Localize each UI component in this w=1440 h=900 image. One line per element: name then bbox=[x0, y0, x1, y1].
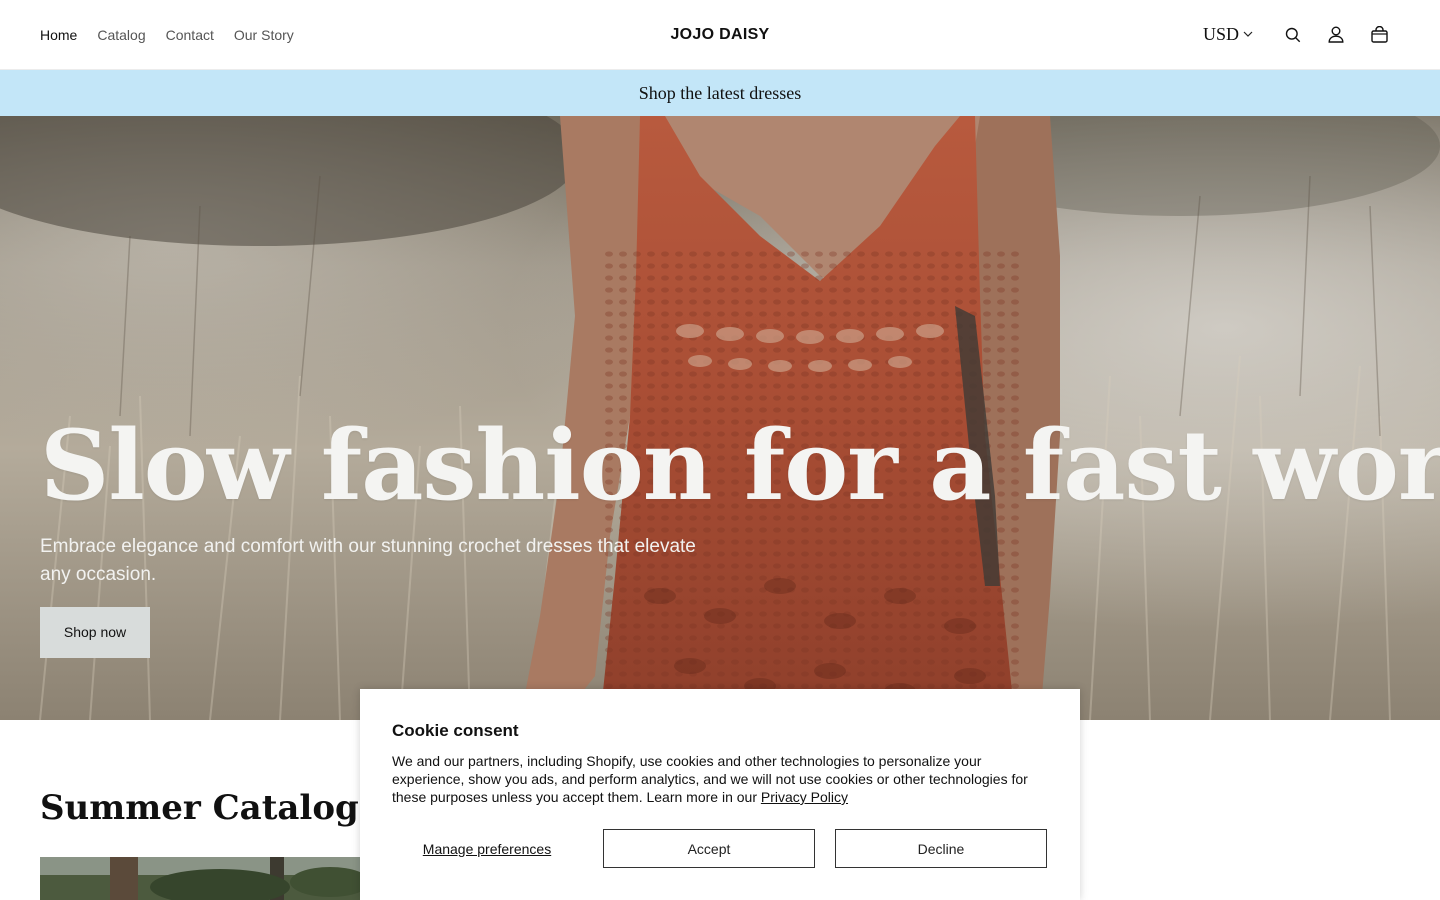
cookie-title: Cookie consent bbox=[392, 721, 519, 740]
cookie-description: We and our partners, including Shopify, … bbox=[392, 752, 1048, 806]
shop-now-button[interactable]: Shop now bbox=[40, 606, 150, 658]
announcement-text[interactable]: Shop the latest dresses bbox=[639, 83, 801, 104]
currency-label: USD bbox=[1202, 24, 1239, 44]
announcement-bar[interactable]: Shop the latest dresses bbox=[0, 70, 1440, 116]
nav-our-story[interactable]: Our Story bbox=[234, 27, 294, 43]
catalog-image-art bbox=[40, 857, 370, 900]
nav-catalog[interactable]: Catalog bbox=[97, 27, 145, 43]
search-icon bbox=[1285, 27, 1301, 42]
cookie-text-body: We and our partners, including Shopify, … bbox=[392, 753, 1028, 805]
site-header: Home Catalog Contact Our Story JOJO DAIS… bbox=[0, 0, 1440, 70]
accept-button[interactable]: Accept bbox=[603, 829, 815, 868]
hero-subtitle: Embrace elegance and comfort with our st… bbox=[40, 535, 696, 585]
nav-contact[interactable]: Contact bbox=[166, 27, 214, 43]
main-nav: Home Catalog Contact Our Story bbox=[40, 0, 294, 69]
privacy-policy-link[interactable]: Privacy Policy bbox=[761, 789, 848, 805]
currency-selector[interactable]: USD bbox=[1203, 24, 1253, 45]
hero-banner: Slow fashion for a fast world Embrace el… bbox=[0, 116, 1440, 720]
cookie-actions: Manage preferences Accept Decline bbox=[392, 829, 1048, 868]
catalog-product-image[interactable] bbox=[40, 857, 370, 900]
account-button[interactable] bbox=[1315, 14, 1357, 56]
brand-logo[interactable]: JOJO DAISY bbox=[670, 26, 769, 44]
hero-title: Slow fashion for a fast world bbox=[40, 409, 1440, 522]
chevron-down-icon bbox=[1243, 31, 1253, 37]
account-icon bbox=[1328, 26, 1344, 43]
cookie-consent-dialog: Cookie consent We and our partners, incl… bbox=[360, 689, 1080, 900]
header-tools: USD bbox=[1203, 0, 1400, 69]
cart-button[interactable] bbox=[1358, 14, 1400, 56]
manage-preferences-button[interactable]: Manage preferences bbox=[392, 829, 582, 868]
catalog-title: Summer Catalog bbox=[40, 788, 359, 828]
hero-content: Slow fashion for a fast world Embrace el… bbox=[40, 409, 1440, 658]
decline-button[interactable]: Decline bbox=[835, 829, 1047, 868]
nav-home[interactable]: Home bbox=[40, 27, 77, 43]
search-button[interactable] bbox=[1272, 14, 1314, 56]
cart-icon bbox=[1370, 26, 1388, 43]
